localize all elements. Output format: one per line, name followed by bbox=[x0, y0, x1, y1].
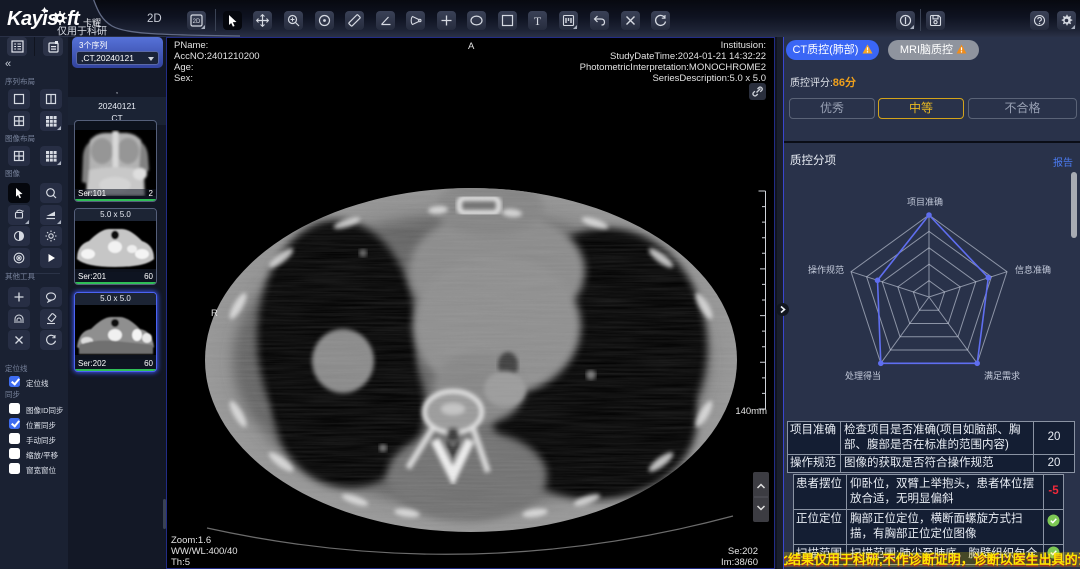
svg-text:T: T bbox=[534, 14, 542, 27]
svg-text:Kayis: Kayis bbox=[7, 8, 58, 30]
svg-text:仅用于科研: 仅用于科研 bbox=[57, 25, 107, 38]
svg-text:2D: 2D bbox=[193, 19, 201, 25]
